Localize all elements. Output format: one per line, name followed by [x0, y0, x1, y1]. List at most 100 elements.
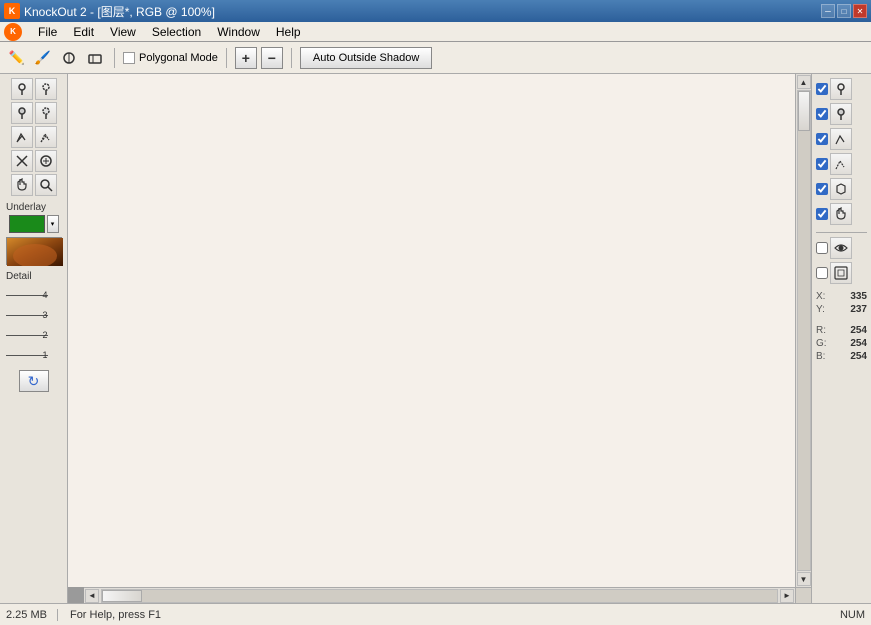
layer-tool-preview[interactable]: [830, 262, 852, 284]
scrollbar-corner: [795, 587, 811, 603]
scroll-right-arrow[interactable]: ►: [780, 589, 794, 603]
tool-row-2: [11, 102, 57, 124]
app-menu-logo: K: [4, 23, 22, 41]
rp-row-4: [816, 153, 867, 175]
layer-checkbox-4[interactable]: [816, 158, 828, 170]
toolbar: ✏️ 🖌️ Polygonal Mode + − Auto Outside Sh…: [0, 42, 871, 74]
detail-scale-1: 1: [42, 350, 47, 360]
layer-tool-2[interactable]: [830, 103, 852, 125]
rp-row-5: [816, 178, 867, 200]
scroll-thumb-vertical[interactable]: [798, 91, 810, 131]
rp-row-8: [816, 262, 867, 284]
underlay-color-swatch[interactable]: [9, 215, 45, 233]
menu-view[interactable]: View: [102, 23, 144, 41]
layer-checkbox-3[interactable]: [816, 133, 828, 145]
layer-checkbox-8[interactable]: [816, 267, 828, 279]
rgb-r-label: R:: [816, 325, 826, 336]
coord-y-label: Y:: [816, 304, 825, 315]
menu-file[interactable]: File: [30, 23, 65, 41]
outer-eraser-tool[interactable]: [35, 102, 57, 124]
layer-tool-5[interactable]: [830, 178, 852, 200]
tool-row-5: [11, 174, 57, 196]
tool-brush1[interactable]: ✏️: [6, 47, 28, 69]
layer-checkbox-1[interactable]: [816, 83, 828, 95]
rgb-g-row: G: 254: [816, 338, 867, 349]
window-controls[interactable]: ─ □ ✕: [821, 4, 867, 18]
rp-row-1: [816, 78, 867, 100]
coord-y-value: 237: [850, 304, 867, 315]
refresh-button[interactable]: ↻: [19, 370, 49, 392]
scroll-thumb-horizontal[interactable]: [102, 590, 142, 602]
vertical-scrollbar[interactable]: ▲ ▼: [795, 74, 811, 587]
canvas-inner: SOFT丨E http://www.softjie.cn/ 河东软件网 www.…: [68, 74, 795, 587]
rgb-section: R: 254 G: 254 B: 254: [816, 325, 867, 364]
detail-label: Detail: [4, 271, 32, 282]
brush-decrease-button[interactable]: −: [261, 47, 283, 69]
brush-increase-button[interactable]: +: [235, 47, 257, 69]
inner-brush-tool[interactable]: [11, 78, 33, 100]
polygonal-mode-checkbox[interactable]: [123, 52, 135, 64]
file-size: 2.25 MB: [6, 609, 58, 621]
layer-checkbox-6[interactable]: [816, 208, 828, 220]
rp-row-3: [816, 128, 867, 150]
detail-scale-3: 3: [42, 310, 47, 320]
pen-tool-b[interactable]: [35, 126, 57, 148]
title-bar-left: K KnockOut 2 - [图层*, RGB @ 100%]: [4, 3, 215, 20]
polygonal-mode-label: Polygonal Mode: [123, 52, 218, 64]
help-text: For Help, press F1: [70, 609, 828, 621]
coord-y-row: Y: 237: [816, 304, 867, 315]
scroll-left-arrow[interactable]: ◄: [85, 589, 99, 603]
layer-checkbox-2[interactable]: [816, 108, 828, 120]
minimize-button[interactable]: ─: [821, 4, 835, 18]
detail-scale: 4 3 2 1: [6, 284, 62, 364]
rgb-b-row: B: 254: [816, 351, 867, 362]
status-bar: 2.25 MB For Help, press F1 NUM: [0, 603, 871, 625]
layer-checkbox-7[interactable]: [816, 242, 828, 254]
tool-brush3[interactable]: [58, 47, 80, 69]
layer-tool-1[interactable]: [830, 78, 852, 100]
layer-tool-3[interactable]: [830, 128, 852, 150]
layer-tool-6[interactable]: [830, 203, 852, 225]
pen-tool-a[interactable]: [11, 126, 33, 148]
underlay-dropdown[interactable]: ▾: [47, 215, 59, 233]
scroll-track-horizontal[interactable]: [101, 589, 778, 603]
tool-eraser[interactable]: [84, 47, 106, 69]
menu-edit[interactable]: Edit: [65, 23, 102, 41]
maximize-button[interactable]: □: [837, 4, 851, 18]
scroll-track-vertical[interactable]: [797, 90, 811, 571]
close-button[interactable]: ✕: [853, 4, 867, 18]
rp-row-7: [816, 237, 867, 259]
rgb-r-value: 254: [850, 325, 867, 336]
underlay-label: Underlay: [4, 202, 46, 213]
menu-window[interactable]: Window: [209, 23, 268, 41]
rgb-g-value: 254: [850, 338, 867, 349]
zoom-tool[interactable]: [35, 174, 57, 196]
coord-x-value: 335: [850, 291, 867, 302]
scroll-down-arrow[interactable]: ▼: [797, 572, 811, 586]
tool-brush2[interactable]: 🖌️: [32, 47, 54, 69]
menu-bar: K File Edit View Selection Window Help: [0, 22, 871, 42]
rp-row-6: [816, 203, 867, 225]
auto-outside-shadow-button[interactable]: Auto Outside Shadow: [300, 47, 432, 69]
coord-x-label: X:: [816, 291, 825, 302]
menu-help[interactable]: Help: [268, 23, 309, 41]
canvas-area[interactable]: SOFT丨E http://www.softjie.cn/ 河东软件网 www.…: [68, 74, 811, 603]
tool-row-3: [11, 126, 57, 148]
layer-tool-eye[interactable]: [830, 237, 852, 259]
layer-tool-4[interactable]: [830, 153, 852, 175]
coord-x-row: X: 335: [816, 291, 867, 302]
polygonal-mode-text: Polygonal Mode: [139, 52, 218, 64]
tool-row-4: [11, 150, 57, 172]
inner-eraser-tool[interactable]: [11, 102, 33, 124]
pen-tool-c[interactable]: [11, 150, 33, 172]
layer-checkbox-5[interactable]: [816, 183, 828, 195]
app-icon: K: [4, 3, 20, 19]
num-lock-indicator: NUM: [840, 609, 865, 621]
rgb-r-row: R: 254: [816, 325, 867, 336]
pen-tool-d[interactable]: [35, 150, 57, 172]
hand-tool[interactable]: [11, 174, 33, 196]
menu-selection[interactable]: Selection: [144, 23, 209, 41]
scroll-up-arrow[interactable]: ▲: [797, 75, 811, 89]
horizontal-scrollbar[interactable]: ◄ ►: [84, 587, 795, 603]
outer-brush-tool[interactable]: [35, 78, 57, 100]
